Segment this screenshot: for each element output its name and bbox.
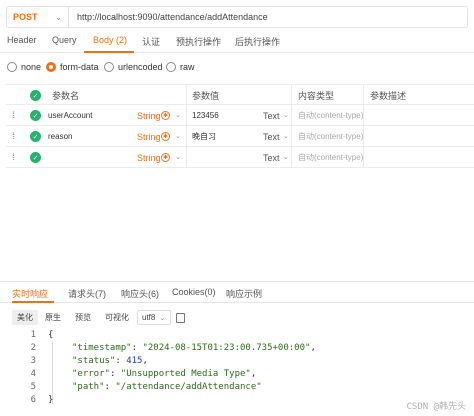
chevron-down-icon: ⌄ [55, 13, 62, 22]
param-content-type-input[interactable]: 自动(content-type) [298, 126, 363, 147]
col-desc-header: 参数描述 [370, 91, 407, 101]
tab-post-script[interactable]: 后执行操作 [235, 35, 280, 48]
radio-raw[interactable]: raw [166, 62, 195, 72]
method-label: POST [13, 12, 38, 22]
param-type[interactable]: String [137, 147, 161, 168]
param-content-type-input[interactable]: 自动(content-type) [298, 105, 363, 126]
radio-label: urlencoded [118, 62, 163, 72]
radio-urlencoded[interactable]: urlencoded [104, 62, 163, 72]
row-check-icon[interactable]: ✓ [30, 110, 41, 121]
chevron-down-icon: ⌄ [175, 112, 181, 119]
table-row: ⁞⁞ ✓ userAccount String ✱ ⌄ 123456 Text … [6, 105, 474, 126]
radio-circle [104, 62, 114, 72]
radio-circle-checked [46, 62, 56, 72]
code-line: 1 { [30, 330, 54, 340]
encoding-select[interactable]: utf8 ⌄ [137, 310, 171, 325]
view-visualize-button[interactable]: 可视化 [100, 310, 134, 325]
param-key[interactable]: userAccount [48, 105, 130, 126]
param-content-type-input[interactable]: 自动(content-type) [298, 147, 363, 168]
table-header-row: ✓ 参数名 参数值 内容类型 参数描述 [6, 84, 474, 106]
response-body: 1 { 2 "timestamp": "2024-08-15T01:23:00.… [0, 330, 474, 416]
tab-auth[interactable]: 认证 [142, 35, 160, 48]
col-key-header: 参数名 [52, 91, 80, 101]
radio-label: form-data [60, 62, 99, 72]
tab-body[interactable]: Body (2) [93, 35, 127, 45]
url-text: http://localhost:9090/attendance/addAtte… [77, 12, 268, 22]
table-row: ⁞⁞ ✓ reason String ✱ ⌄ 晚自习 Text ⌄ 自动(con… [6, 126, 474, 147]
active-tab-indicator [12, 301, 54, 303]
required-star-icon[interactable]: ✱ [161, 153, 170, 162]
body-type-selector: none form-data urlencoded raw [0, 60, 474, 76]
radio-label: none [21, 62, 42, 72]
view-raw-button[interactable]: 原生 [40, 310, 66, 325]
check-all-icon[interactable]: ✓ [30, 90, 41, 101]
col-content-type-header: 内容类型 [298, 91, 335, 101]
tab-query[interactable]: Query [52, 35, 77, 45]
radio-form-data[interactable]: form-data [46, 62, 99, 72]
param-content-type[interactable]: Text [263, 147, 280, 168]
drag-handle-icon[interactable]: ⁞⁞ [12, 131, 15, 141]
tab-live-response[interactable]: 实时响应 [12, 287, 48, 300]
view-pretty-button[interactable]: 美化 [12, 310, 38, 325]
code-line: 3 "status": 415, [30, 356, 148, 366]
tab-cookies[interactable]: Cookies(0) [172, 287, 216, 297]
code-line: 4 "error": "Unsupported Media Type", [30, 369, 257, 379]
params-table: ✓ 参数名 参数值 内容类型 参数描述 ⁞⁞ ✓ userAccount Str… [6, 84, 474, 168]
radio-circle [7, 62, 17, 72]
response-view-bar: 美化 原生 预览 可视化 utf8 ⌄ [0, 308, 474, 326]
chevron-down-icon: ⌄ [159, 314, 166, 322]
param-value[interactable]: 晚自习 [192, 126, 216, 147]
chevron-down-icon: ⌄ [175, 154, 181, 161]
radio-label: raw [180, 62, 195, 72]
param-type[interactable]: String [137, 105, 161, 126]
url-bar: POST ⌄ http://localhost:9090/attendance/… [0, 0, 474, 32]
code-line: 6 } [30, 395, 54, 405]
tab-response-headers[interactable]: 响应头(6) [121, 287, 159, 300]
radio-none[interactable]: none [7, 62, 41, 72]
param-key[interactable]: reason [48, 126, 130, 147]
table-row: ⁞⁞ ✓ String ✱ ⌄ Text ⌄ 自动(content-type) [6, 147, 474, 168]
required-star-icon[interactable]: ✱ [161, 111, 170, 120]
active-tab-indicator [84, 51, 134, 53]
watermark: CSDN @韩先头 [406, 402, 466, 412]
param-content-type[interactable]: Text [263, 105, 280, 126]
drag-handle-icon[interactable]: ⁞⁞ [12, 152, 15, 162]
method-select[interactable]: POST ⌄ [6, 6, 68, 28]
drag-handle-icon[interactable]: ⁞⁞ [12, 110, 15, 120]
chevron-down-icon: ⌄ [283, 154, 289, 161]
request-tabs: Header Query Body (2) 认证 预执行操作 后执行操作 [0, 33, 474, 53]
encoding-value: utf8 [142, 313, 156, 322]
radio-circle [166, 62, 176, 72]
copy-icon[interactable] [176, 313, 185, 323]
view-preview-button[interactable]: 预览 [70, 310, 96, 325]
row-check-icon[interactable]: ✓ [30, 131, 41, 142]
response-tabs: 实时响应 请求头(7) 响应头(6) Cookies(0) 响应示例 [0, 281, 474, 303]
param-key[interactable] [48, 147, 130, 168]
chevron-down-icon: ⌄ [283, 133, 289, 140]
tab-response-example[interactable]: 响应示例 [226, 287, 262, 300]
code-line: 5 "path": "/attendance/addAttendance" [30, 382, 262, 392]
chevron-down-icon: ⌄ [283, 112, 289, 119]
param-type[interactable]: String [137, 126, 161, 147]
required-star-icon[interactable]: ✱ [161, 132, 170, 141]
param-content-type[interactable]: Text [263, 126, 280, 147]
row-check-icon[interactable]: ✓ [30, 152, 41, 163]
tab-request-headers[interactable]: 请求头(7) [68, 287, 106, 300]
url-input[interactable]: http://localhost:9090/attendance/addAtte… [68, 6, 468, 28]
code-line: 2 "timestamp": "2024-08-15T01:23:00.735+… [30, 343, 316, 353]
param-value[interactable]: 123456 [192, 105, 219, 126]
chevron-down-icon: ⌄ [175, 133, 181, 140]
col-value-header: 参数值 [192, 91, 220, 101]
tab-header[interactable]: Header [7, 35, 37, 45]
tab-pre-script[interactable]: 预执行操作 [176, 35, 221, 48]
